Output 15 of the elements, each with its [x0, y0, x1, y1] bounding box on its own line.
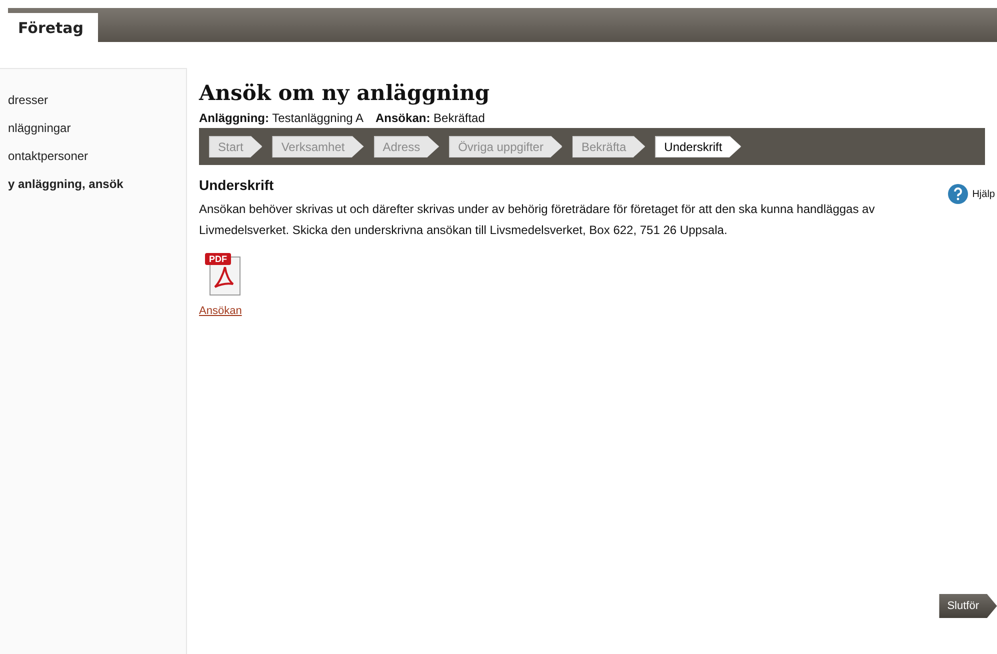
- page-title: Ansök om ny anläggning: [199, 80, 491, 105]
- section-title: Underskrift: [199, 177, 274, 193]
- finish-button[interactable]: Slutför: [939, 594, 997, 618]
- help-link[interactable]: Hjälp: [947, 183, 995, 205]
- top-tab[interactable]: Företag: [8, 13, 98, 43]
- document-link[interactable]: Ansökan: [199, 305, 242, 317]
- sidebar-item[interactable]: nläggningar: [0, 115, 186, 143]
- instruction-text: Ansökan behöver skrivas ut och därefter skrivas under av behörig företrädare för företaget för att den ska kunna handläggas av Livmedelsverket. Skicka den underskrivna ansökan till Livsmedelsverket, Box 622, 751 26 Uppsala.: [199, 201, 876, 239]
- sidebar-item[interactable]: y anläggning, ansök: [0, 171, 186, 199]
- sidebar-item[interactable]: dresser: [0, 87, 186, 115]
- step-tab[interactable]: Underskrift: [655, 136, 742, 158]
- sidebar-item[interactable]: ontaktpersoner: [0, 143, 186, 171]
- info-field: Ansökan: Bekräftad: [376, 111, 485, 125]
- info-field: Anläggning: Testanläggning A: [199, 111, 364, 125]
- help-icon: [947, 183, 970, 205]
